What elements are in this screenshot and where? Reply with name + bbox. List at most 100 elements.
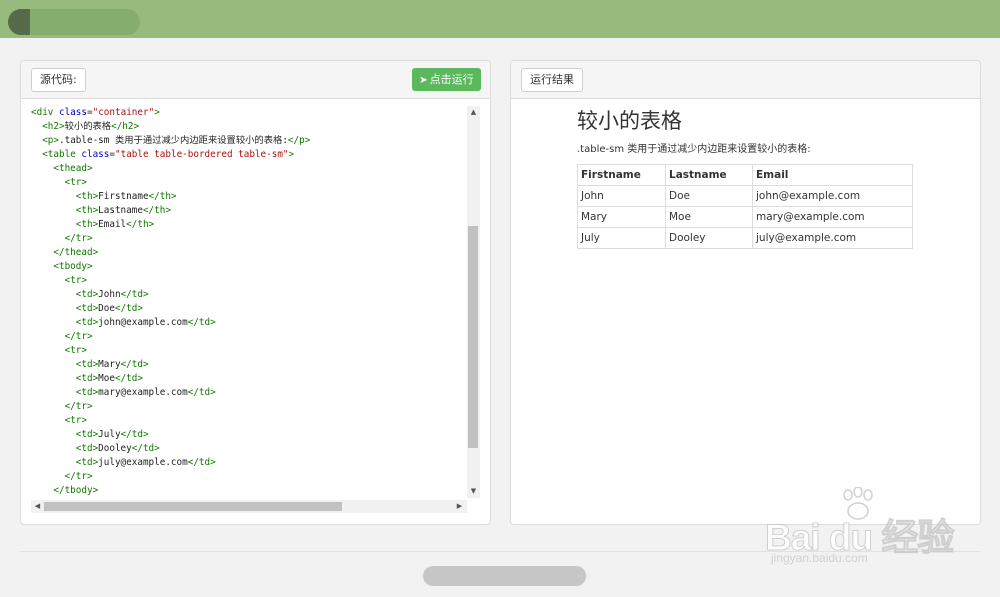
code-token: class [81, 149, 110, 160]
horizontal-scrollbar[interactable]: ◀ ▶ [31, 500, 467, 513]
code-token: </th> [148, 191, 177, 202]
code-token: <td> [75, 373, 99, 384]
code-line: <th>Firstname</th> [31, 190, 467, 204]
cell-firstname: July [577, 227, 666, 249]
cell-lastname: Moe [665, 206, 753, 228]
scroll-right-arrow-icon[interactable]: ▶ [455, 502, 464, 511]
code-token: Lastname [98, 205, 143, 216]
code-line: </tbody> [31, 484, 467, 498]
cell-firstname: John [577, 185, 666, 207]
code-line: <td>mary@example.com</td> [31, 386, 467, 400]
cell-lastname: Dooley [665, 227, 753, 249]
code-line: <td>john@example.com</td> [31, 316, 467, 330]
code-token: 较小的表格 [64, 121, 112, 132]
code-token: > [288, 149, 295, 160]
code-token: <td> [75, 387, 99, 398]
code-token: </th> [126, 219, 155, 230]
result-panel-header: 运行结果 [511, 61, 980, 99]
code-editor[interactable]: <div class="container"> <h2>较小的表格</h2> <… [31, 106, 467, 499]
result-description: .table-sm 类用于通过减少内边距来设置较小的表格: [577, 144, 811, 155]
code-token: <td> [75, 317, 99, 328]
code-token: class [59, 107, 87, 118]
code-token: John [98, 289, 121, 300]
run-button[interactable]: ➤ 点击运行 [412, 68, 481, 91]
code-token: </tr> [64, 233, 93, 244]
cell-email: john@example.com [752, 185, 913, 207]
code-token: </td> [131, 443, 160, 454]
cell-email: mary@example.com [752, 206, 913, 228]
code-line: </thead> [31, 246, 467, 260]
bottom-scroll-indicator [423, 566, 586, 586]
cell-email: july@example.com [752, 227, 913, 249]
watermark-url: jingyan.baidu.com [771, 551, 868, 565]
code-token: <td> [75, 457, 99, 468]
code-token: "table table-bordered table-sm" [115, 149, 289, 160]
code-token: </td> [187, 457, 216, 468]
code-line: <tbody> [31, 260, 467, 274]
result-label: 运行结果 [521, 68, 583, 92]
code-line: <thead> [31, 162, 467, 176]
code-line: <td>John</td> [31, 288, 467, 302]
code-line: <div class="container"> [31, 106, 467, 120]
code-token: <td> [75, 359, 99, 370]
code-token: july@example.com [98, 457, 188, 468]
code-line: </table> [31, 498, 467, 499]
code-line: </tr> [31, 400, 467, 414]
code-token: <th> [75, 191, 99, 202]
code-token: </tr> [64, 471, 93, 482]
code-token: <tbody> [53, 261, 93, 272]
code-token: <tr> [64, 275, 87, 286]
scroll-left-arrow-icon[interactable]: ◀ [33, 502, 42, 511]
code-line: </tr> [31, 232, 467, 246]
code-token: john@example.com [98, 317, 188, 328]
code-token: <th> [75, 205, 99, 216]
vertical-scrollbar[interactable]: ▲ ▼ [467, 106, 480, 498]
code-line: <p>.table-sm 类用于通过减少内边距来设置较小的表格:</p> [31, 134, 467, 148]
code-token: </td> [187, 387, 216, 398]
code-line: <table class="table table-bordered table… [31, 148, 467, 162]
result-heading: 较小的表格 [577, 109, 682, 133]
code-line: <th>Email</th> [31, 218, 467, 232]
code-token: Dooley [98, 443, 132, 454]
source-panel-header: 源代码: ➤ 点击运行 [21, 61, 490, 99]
code-token: </tr> [64, 401, 93, 412]
header-firstname: Firstname [577, 164, 666, 186]
code-token: </td> [120, 289, 149, 300]
code-token: <table [42, 149, 82, 160]
blurred-logo-mark [8, 9, 30, 35]
cell-firstname: Mary [577, 206, 666, 228]
horizontal-scroll-thumb[interactable] [44, 502, 342, 511]
scroll-up-arrow-icon[interactable]: ▲ [469, 108, 478, 117]
table-row: Mary Moe mary@example.com [577, 206, 913, 228]
code-token: <td> [75, 289, 99, 300]
cell-lastname: Doe [665, 185, 753, 207]
code-token: > [154, 107, 160, 118]
scroll-down-arrow-icon[interactable]: ▼ [469, 487, 478, 496]
code-token: </td> [187, 317, 216, 328]
top-bar [0, 0, 1000, 38]
source-code-panel: 源代码: ➤ 点击运行 <div class="container"> <h2>较… [20, 60, 491, 525]
code-line: </tr> [31, 330, 467, 344]
vertical-scroll-thumb[interactable] [468, 226, 478, 448]
code-token: Doe [98, 303, 115, 314]
